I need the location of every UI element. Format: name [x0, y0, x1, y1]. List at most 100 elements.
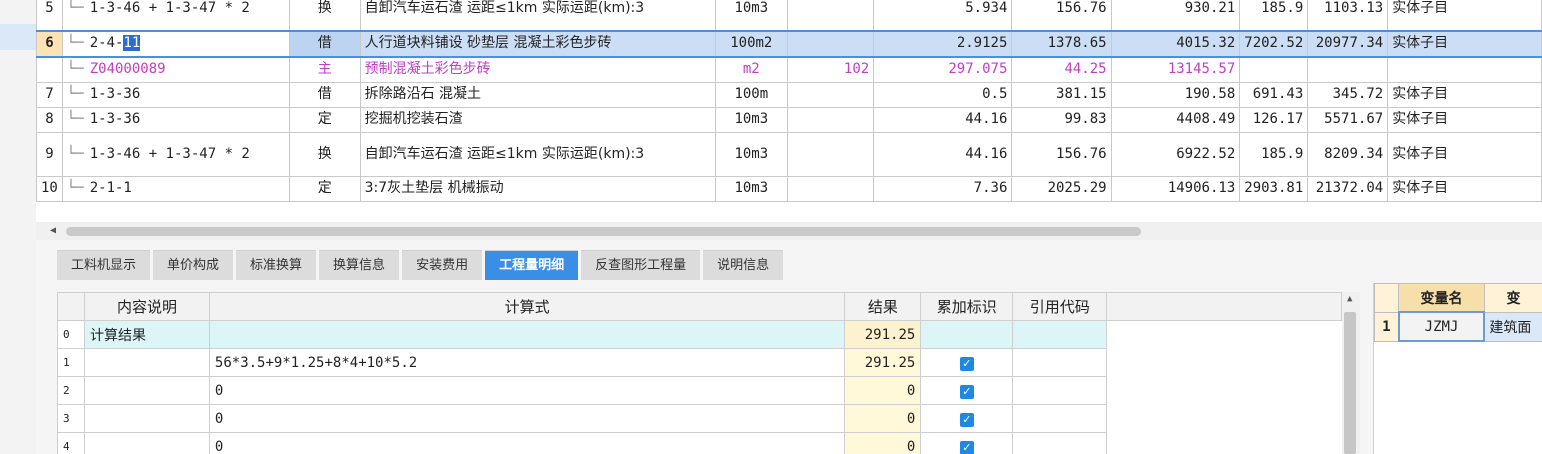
description-cell[interactable] — [83, 432, 210, 454]
row-number[interactable]: 1 — [57, 348, 85, 377]
name-cell[interactable]: 自卸汽车运石渣 运距≤1km 实际运距(km):3 — [359, 0, 717, 31]
quantity-cell[interactable]: 44.16 — [873, 131, 1013, 177]
variable-name-cell[interactable]: JZMJ — [1397, 311, 1486, 342]
table-row[interactable]: 7 └─ 1-3-36 借拆除路沿石 混凝土 100m 0.5 381.15 190.58 69… — [36, 81, 1542, 108]
tab-0[interactable]: 工料机显示 — [57, 250, 151, 280]
quantity-cell[interactable]: 44.16 — [873, 106, 1013, 133]
tab-3[interactable]: 换算信息 — [319, 250, 400, 280]
table-row[interactable]: └─ Z04000089 主预制混凝土彩色步砖 m2 102 297.075 44.25 13… — [36, 56, 1542, 83]
formula-cell[interactable] — [208, 320, 846, 349]
scroll-up-icon[interactable]: ▲ — [1347, 294, 1352, 304]
variable-row[interactable]: 1 JZMJ 建筑面 — [1374, 311, 1542, 342]
row-number[interactable]: 9 — [36, 131, 63, 177]
table-row[interactable]: 9 └─ 1-3-46 + 1-3-47 * 2 换自卸汽车运石渣 运距≤1km 实际… — [36, 131, 1542, 177]
result-cell[interactable]: 291.25 — [844, 348, 922, 377]
code-selected-text[interactable]: 11 — [123, 35, 141, 51]
category-cell[interactable]: 实体子目 — [1387, 106, 1542, 133]
content-cell[interactable] — [786, 175, 875, 202]
reference-code-cell[interactable] — [1012, 320, 1108, 349]
type-cell[interactable]: 借 — [288, 81, 361, 108]
unit-price-cell[interactable]: 44.25 — [1011, 56, 1112, 83]
description-cell[interactable]: 计算结果 — [83, 320, 210, 349]
name-cell[interactable]: 人行道块料铺设 砂垫层 混凝土彩色步砖 — [359, 29, 717, 58]
code-cell[interactable]: └─ Z04000089 — [61, 56, 290, 83]
checkbox-checked-icon[interactable]: ✓ — [959, 356, 974, 371]
row-number[interactable]: 5 — [36, 0, 63, 31]
table-row[interactable]: 1 56*3.5+9*1.25+8*4+10*5.2 291.25 ✓ — [57, 348, 1342, 377]
total-cell[interactable]: 6922.52 — [1110, 131, 1241, 177]
horizontal-scroll-thumb[interactable] — [66, 227, 1141, 236]
type-cell[interactable]: 主 — [288, 56, 361, 83]
column-10-cell[interactable]: 8209.34 — [1307, 131, 1389, 177]
column-10-cell[interactable]: 345.72 — [1307, 81, 1389, 108]
tab-6[interactable]: 反查图形工程量 — [581, 250, 701, 280]
vertical-scrollbar[interactable]: ▲ — [1342, 292, 1360, 454]
quantity-cell[interactable]: 0.5 — [873, 81, 1013, 108]
category-cell[interactable] — [1387, 56, 1542, 83]
code-cell[interactable]: └─ 2-1-1 — [61, 175, 290, 202]
reference-code-cell[interactable] — [1012, 404, 1108, 433]
total-cell[interactable]: 14906.13 — [1110, 175, 1241, 202]
formula-cell[interactable]: 0 — [208, 432, 846, 454]
column-9-cell[interactable]: 2903.81 — [1239, 175, 1309, 202]
unit-cell[interactable]: 100m2 — [715, 29, 788, 58]
content-cell[interactable] — [786, 0, 875, 31]
tab-2[interactable]: 标准换算 — [236, 250, 317, 280]
reference-code-cell[interactable] — [1012, 376, 1108, 405]
unit-price-cell[interactable]: 2025.29 — [1011, 175, 1112, 202]
column-9-cell[interactable] — [1239, 56, 1309, 83]
row-number[interactable]: 10 — [36, 175, 63, 202]
unit-price-cell[interactable]: 99.83 — [1011, 106, 1112, 133]
checkbox-checked-icon[interactable]: ✓ — [959, 384, 974, 399]
column-10-cell[interactable]: 20977.34 — [1307, 29, 1389, 58]
unit-cell[interactable]: 10m3 — [715, 0, 788, 31]
category-cell[interactable]: 实体子目 — [1387, 0, 1542, 31]
unit-price-cell[interactable]: 1378.65 — [1011, 29, 1112, 58]
row-number[interactable]: 3 — [57, 404, 85, 433]
table-row[interactable]: 3 0 0 ✓ — [57, 404, 1342, 433]
table-row[interactable]: 8 └─ 1-3-36 定挖掘机挖装石渣 10m3 44.16 99.83 4408.49 12… — [36, 106, 1542, 133]
quantity-cell[interactable]: 297.075 — [873, 56, 1013, 83]
code-cell[interactable]: └─ 1-3-46 + 1-3-47 * 2 — [61, 131, 290, 177]
result-cell[interactable]: 291.25 — [844, 320, 922, 349]
total-cell[interactable]: 4015.32 — [1110, 29, 1241, 58]
reference-code-cell[interactable] — [1012, 432, 1108, 454]
column-10-cell[interactable]: 5571.67 — [1307, 106, 1389, 133]
table-row[interactable]: 4 0 0 ✓ — [57, 432, 1342, 454]
checkbox-checked-icon[interactable]: ✓ — [959, 412, 974, 427]
description-cell[interactable] — [83, 376, 210, 405]
type-cell[interactable]: 借 — [288, 29, 361, 58]
type-cell[interactable]: 定 — [288, 106, 361, 133]
code-cell[interactable]: └─ 1-3-46 + 1-3-47 * 2 — [61, 0, 290, 31]
unit-price-cell[interactable]: 156.76 — [1011, 131, 1112, 177]
horizontal-scrollbar[interactable]: ◀ — [36, 222, 1542, 240]
code-cell[interactable]: └─ 1-3-36 — [61, 106, 290, 133]
column-9-cell[interactable]: 126.17 — [1239, 106, 1309, 133]
total-cell[interactable]: 4408.49 — [1110, 106, 1241, 133]
unit-price-cell[interactable]: 156.76 — [1011, 0, 1112, 31]
variable-name-header[interactable]: 变量名 — [1398, 283, 1485, 313]
row-number[interactable]: 0 — [57, 320, 85, 349]
column-9-cell[interactable]: 185.9 — [1239, 0, 1309, 31]
accumulate-cell[interactable] — [920, 320, 1014, 349]
column-10-cell[interactable]: 21372.04 — [1307, 175, 1389, 202]
accumulate-cell[interactable]: ✓ — [920, 376, 1014, 405]
variable-desc-header[interactable]: 变 — [1483, 283, 1542, 313]
category-cell[interactable]: 实体子目 — [1387, 29, 1542, 58]
unit-cell[interactable]: 10m3 — [715, 131, 788, 177]
accumulate-cell[interactable]: ✓ — [920, 432, 1014, 454]
vertical-scroll-thumb[interactable] — [1344, 312, 1356, 454]
row-number[interactable]: 6 — [36, 29, 63, 58]
table-row[interactable]: 10 └─ 2-1-1 定 3:7灰土垫层 机械振动 10m3 7.36 2025.29 149… — [36, 175, 1542, 202]
name-cell[interactable]: 自卸汽车运石渣 运距≤1km 实际运距(km):3 — [359, 131, 717, 177]
unit-cell[interactable]: 100m — [715, 81, 788, 108]
content-cell[interactable] — [786, 106, 875, 133]
unit-price-cell[interactable]: 381.15 — [1011, 81, 1112, 108]
table-row[interactable]: 6 └─ 2-4-11 借人行道块料铺设 砂垫层 混凝土彩色步砖 100m2 2.9125… — [36, 29, 1542, 58]
code-cell[interactable]: └─ 1-3-36 — [61, 81, 290, 108]
table-row[interactable]: 2 0 0 ✓ — [57, 376, 1342, 405]
table-row[interactable]: 0 计算结果 291.25 — [57, 320, 1342, 349]
row-number[interactable]: 2 — [57, 376, 85, 405]
quantity-cell[interactable]: 2.9125 — [873, 29, 1013, 58]
category-cell[interactable]: 实体子目 — [1387, 175, 1542, 202]
